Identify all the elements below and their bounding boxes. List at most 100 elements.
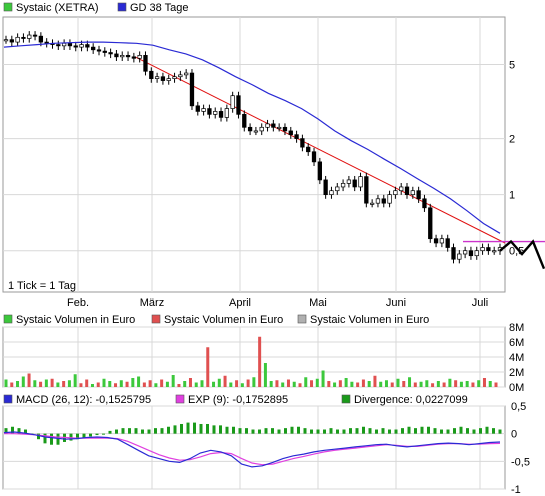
divergence-bar <box>472 429 476 434</box>
candle <box>428 207 433 240</box>
volume-bar <box>413 382 417 387</box>
candle <box>213 111 218 115</box>
candle <box>9 39 14 43</box>
divergence-bar <box>349 428 352 434</box>
volume-bar <box>165 381 169 387</box>
divergence-bar <box>303 428 307 434</box>
divergence-bar <box>277 429 281 434</box>
divergence-bar <box>173 425 177 434</box>
candle <box>137 55 142 59</box>
volume-bar <box>154 383 158 387</box>
volume-legend-label-2: Systaic Volumen in Euro <box>310 314 429 326</box>
volume-bar <box>396 378 400 387</box>
volume-bar <box>454 380 458 387</box>
candle <box>143 55 148 72</box>
volume-bar <box>350 381 354 387</box>
macd-y-tick-label: 0,5 <box>511 401 526 413</box>
candle <box>85 44 90 48</box>
divergence-bar <box>381 428 385 434</box>
volume-legend-swatch-0 <box>3 314 13 324</box>
divergence-bar <box>414 428 417 434</box>
month-label: Feb. <box>67 297 89 309</box>
candle <box>236 95 241 115</box>
divergence-bar <box>498 429 502 434</box>
price-y-tick-label: 5 <box>509 60 515 72</box>
macd-legend-swatch-1 <box>175 394 185 404</box>
candle <box>369 202 375 205</box>
candle <box>422 198 427 209</box>
macd-y-tick-label: -0,5 <box>511 456 530 468</box>
candle <box>247 126 253 132</box>
volume-bar <box>459 381 463 387</box>
volume-y-tick-label: 2M <box>509 367 524 379</box>
volume-bar <box>177 384 181 387</box>
candle <box>207 108 212 115</box>
candle <box>352 179 357 188</box>
candle <box>32 34 38 37</box>
tick-note: 1 Tick = 1 Tag <box>8 280 76 292</box>
candle <box>189 72 195 107</box>
candle <box>439 238 445 244</box>
candle <box>201 108 206 112</box>
divergence-bar <box>232 426 235 434</box>
divergence-bar <box>355 428 359 434</box>
candle <box>433 238 439 244</box>
volume-bar <box>148 380 152 387</box>
volume-bar <box>96 382 100 387</box>
candle <box>67 42 73 47</box>
volume-bar <box>321 370 325 387</box>
divergence-bar <box>128 428 131 434</box>
candle <box>44 41 49 44</box>
divergence-bar <box>115 429 118 434</box>
divergence-bar <box>180 423 183 434</box>
volume-bar <box>160 379 164 387</box>
volume-bar <box>281 382 285 387</box>
divergence-bar <box>342 429 346 434</box>
candle <box>21 36 26 39</box>
divergence-bar <box>212 425 216 434</box>
volume-bar <box>131 378 135 387</box>
volume-bar <box>137 376 141 387</box>
volume-bar <box>235 380 239 387</box>
candle <box>265 123 270 128</box>
candle <box>253 130 259 133</box>
volume-bar <box>188 378 192 387</box>
volume-bar <box>4 379 8 387</box>
divergence-bar <box>264 428 268 434</box>
volume-bar <box>333 382 337 387</box>
candle <box>474 250 479 257</box>
divergence-bar <box>225 426 229 434</box>
candle <box>335 186 340 192</box>
divergence-bar <box>167 426 170 434</box>
volume-bar <box>367 381 371 387</box>
candle <box>15 36 20 43</box>
divergence-bar <box>199 423 203 434</box>
volume-bar <box>102 378 106 387</box>
volume-bar <box>200 380 204 387</box>
divergence-bar <box>50 433 53 445</box>
divergence-bar <box>440 429 443 434</box>
candle <box>486 247 491 252</box>
divergence-bar <box>147 429 151 434</box>
volume-bar <box>10 382 14 387</box>
volume-bar <box>465 381 469 387</box>
divergence-bar <box>368 428 372 434</box>
divergence-bar <box>219 425 222 434</box>
candle <box>480 247 485 252</box>
volume-bar <box>50 378 54 387</box>
volume-bar <box>419 381 423 387</box>
volume-bar <box>408 377 412 387</box>
volume-bar <box>258 336 262 387</box>
divergence-bar <box>193 422 196 434</box>
volume-bar <box>62 381 66 387</box>
volume-bar <box>304 377 308 387</box>
volume-bar <box>114 383 118 387</box>
divergence-bar <box>329 428 333 434</box>
candle <box>323 179 328 196</box>
divergence-bar <box>271 428 274 434</box>
divergence-bar <box>95 433 99 436</box>
candle <box>300 138 305 148</box>
candle <box>91 46 96 51</box>
volume-bar <box>85 379 89 387</box>
divergence-bar <box>89 433 92 437</box>
